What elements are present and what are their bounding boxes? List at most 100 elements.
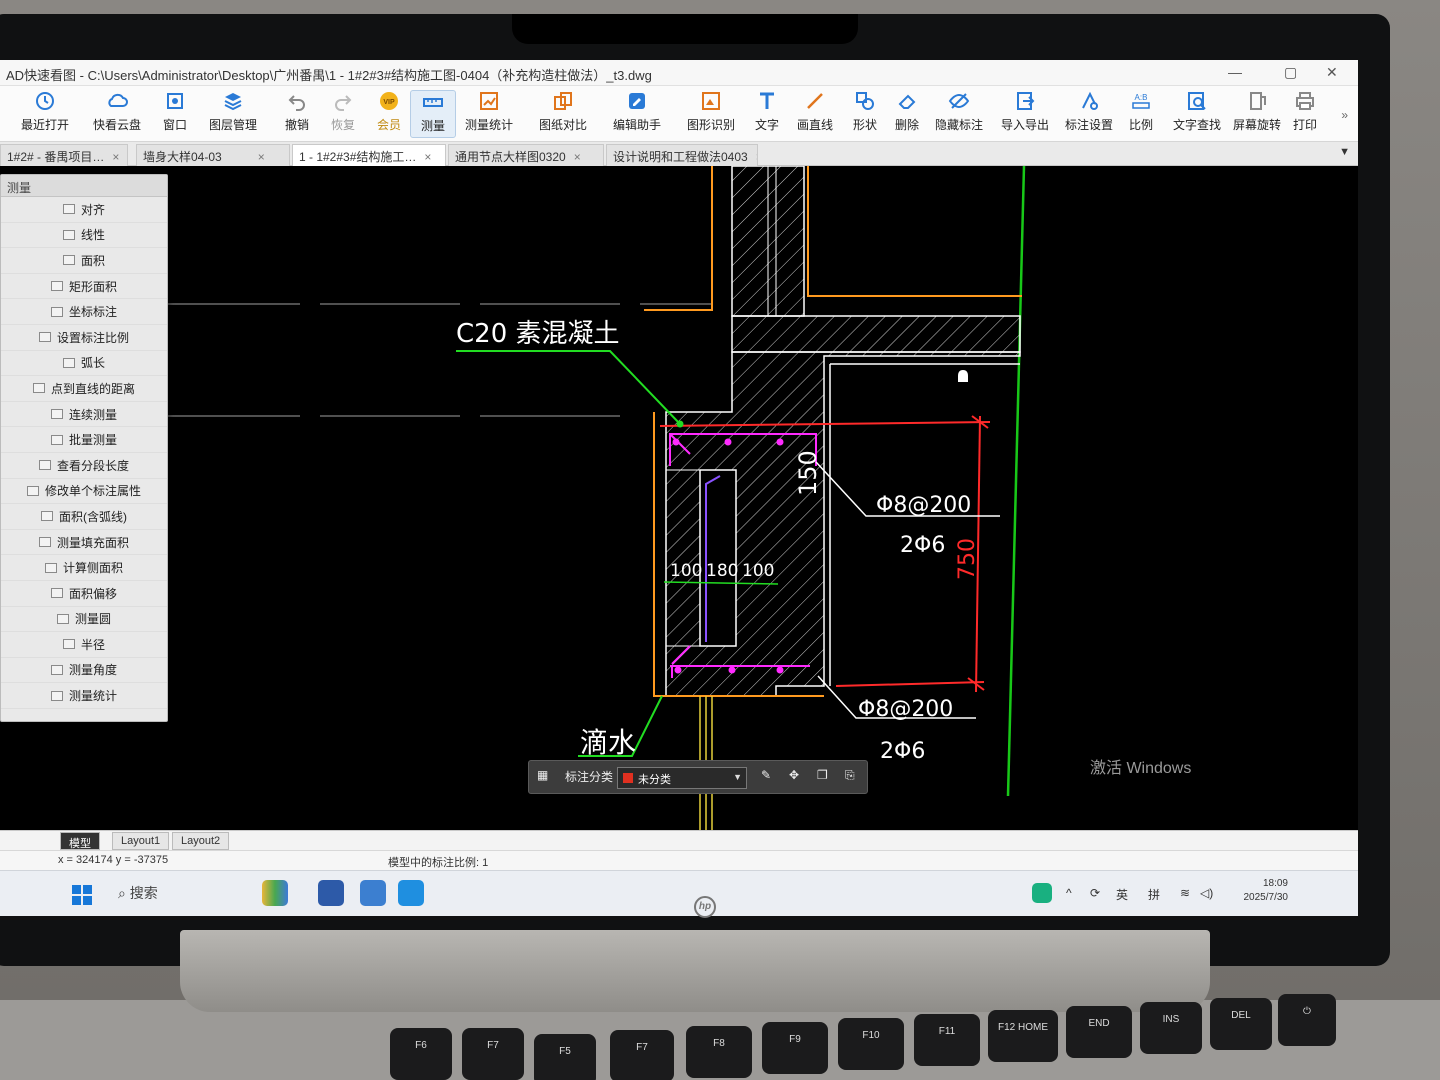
cad-viewer-taskbar-icon[interactable] — [360, 880, 386, 906]
hide-annotation-button[interactable]: 隐藏标注 — [932, 90, 986, 138]
toolbar-more-button[interactable]: » — [1341, 108, 1348, 122]
rect-area-icon — [50, 281, 63, 292]
copy-icon[interactable]: ❐ — [817, 768, 828, 782]
recent-open-button[interactable]: 最近打开 — [18, 90, 72, 138]
measure-item-linear[interactable]: 线性 — [1, 223, 167, 249]
quick-cloud-button[interactable]: 快看云盘 — [90, 90, 144, 138]
annotation-settings-button[interactable]: 标注设置 — [1062, 90, 1116, 138]
taskbar-clock[interactable]: 18:09 2025/7/30 — [1244, 877, 1289, 905]
cad-drawing: C20 素混凝土 Φ8@200 2Φ6 Φ8@200 2Φ6 滴水 150 75… — [0, 165, 1026, 836]
measure-item-point-line[interactable]: 点到直线的距离 — [1, 376, 167, 402]
measure-item-radius[interactable]: 半径 — [1, 632, 167, 658]
linear-icon — [62, 229, 75, 240]
measure-item-circle[interactable]: 测量圆 — [1, 607, 167, 633]
text-search-button[interactable]: 文字查找 — [1170, 90, 1224, 138]
draw-line-button[interactable]: 画直线 — [788, 90, 842, 138]
edit-icon[interactable]: ✎ — [761, 768, 771, 782]
tab-list-dropdown[interactable]: ▼ — [1339, 146, 1350, 158]
measure-button[interactable]: 测量 — [410, 90, 456, 138]
eraser-icon — [898, 94, 916, 109]
tab-fanyu-project[interactable]: 1#2# - 番禺项目… × — [0, 144, 128, 166]
sync-icon[interactable]: ⟳ — [1090, 886, 1100, 900]
wifi-icon[interactable]: ≋ — [1180, 886, 1190, 900]
measure-item-angle[interactable]: 测量角度 — [1, 658, 167, 684]
layers-icon — [224, 93, 242, 111]
measure-item-set-scale[interactable]: 设置标注比例 — [1, 325, 167, 351]
measure-item-coordinate[interactable]: 坐标标注 — [1, 299, 167, 325]
measure-item-batch[interactable]: 批量测量 — [1, 427, 167, 453]
volume-icon[interactable]: ◁) — [1200, 886, 1213, 900]
annotation-float-toolbar: ▦ 标注分类 未分类 ▼ ✎ ✥ ❐ ⎘ — [528, 760, 868, 794]
area-offset-icon — [50, 588, 63, 599]
area-arc-icon — [41, 511, 53, 522]
layer-manage-button[interactable]: 图层管理 — [206, 90, 260, 138]
drawing-canvas[interactable]: C20 素混凝土 Φ8@200 2Φ6 Φ8@200 2Φ6 滴水 150 75… — [0, 165, 1358, 836]
measure-item-edit-attr[interactable]: 修改单个标注属性 — [1, 479, 167, 505]
screen-rotate-button[interactable]: 屏幕旋转 — [1230, 90, 1284, 138]
close-button[interactable]: ✕ — [1326, 64, 1338, 81]
paste-icon[interactable]: ⎘ — [845, 768, 855, 783]
text-button[interactable]: 文字 — [740, 90, 794, 138]
import-export-button[interactable]: 导入导出 — [998, 90, 1052, 138]
measure-item-area-arc[interactable]: 面积(含弧线) — [1, 504, 167, 530]
measure-item-fill-area[interactable]: 测量填充面积 — [1, 530, 167, 556]
ime-indicator[interactable]: 拼 — [1148, 886, 1160, 903]
move-icon[interactable]: ✥ — [789, 768, 799, 782]
measure-item-align[interactable]: 对齐 — [1, 197, 167, 223]
measure-item-side-area[interactable]: 计算侧面积 — [1, 555, 167, 581]
tab-design-notes[interactable]: 设计说明和工程做法0403 × — [606, 144, 758, 166]
grid-icon[interactable]: ▦ — [537, 768, 548, 782]
arc-icon — [62, 357, 75, 368]
measure-item-label: 点到直线的距离 — [50, 381, 135, 396]
classify-select[interactable]: 未分类 ▼ — [617, 767, 747, 789]
language-indicator[interactable]: 英 — [1116, 886, 1128, 903]
shape-recognize-button[interactable]: 图形识别 — [684, 90, 738, 138]
search-icon: ⌕ — [118, 885, 130, 901]
scale-button[interactable]: A:B 比例 — [1114, 90, 1168, 138]
key-power: ⏻ — [1278, 994, 1336, 1046]
tray-chevron-icon[interactable]: ^ — [1066, 886, 1072, 900]
segment-icon — [38, 460, 51, 471]
widgets-icon[interactable] — [262, 880, 288, 906]
measure-item-continuous[interactable]: 连续测量 — [1, 402, 167, 428]
vip-icon: VIP — [380, 92, 398, 110]
tab-close-icon[interactable]: × — [574, 150, 581, 164]
print-button[interactable]: 打印 — [1282, 90, 1328, 138]
dimension-100-right-label: 100 — [742, 561, 774, 581]
tab-general-node[interactable]: 通用节点大样图0320 × — [448, 144, 604, 166]
compare-button[interactable]: 图纸对比 — [536, 90, 590, 138]
restore-button[interactable]: ▢ — [1284, 64, 1297, 81]
vip-button[interactable]: VIP 会员 — [362, 90, 416, 138]
measure-item-rect-area[interactable]: 矩形面积 — [1, 274, 167, 300]
file-explorer-icon[interactable] — [318, 880, 344, 906]
edit-assistant-label: 编辑助手 — [612, 118, 661, 132]
side-area-icon — [44, 562, 57, 573]
window-button[interactable]: 窗口 — [148, 90, 202, 138]
delete-button[interactable]: 删除 — [880, 90, 934, 138]
measure-item-label: 测量圆 — [74, 612, 111, 627]
measure-item-segment[interactable]: 查看分段长度 — [1, 453, 167, 479]
measure-item-stats[interactable]: 测量统计 — [1, 683, 167, 709]
tab-close-icon[interactable]: × — [258, 150, 265, 164]
tab-close-icon[interactable]: × — [424, 150, 431, 164]
tab-close-icon[interactable]: × — [112, 150, 119, 164]
windows-start-icon[interactable] — [72, 885, 92, 905]
browser-icon[interactable] — [398, 880, 424, 906]
tab-layout1[interactable]: Layout1 — [112, 832, 170, 850]
tab-model[interactable]: 模型 — [60, 832, 100, 850]
tab-layout2[interactable]: Layout2 — [172, 832, 230, 850]
measure-item-arc-length[interactable]: 弧长 — [1, 351, 167, 377]
tab-close-icon[interactable]: × — [756, 150, 757, 164]
measure-stats-button[interactable]: 测量统计 — [462, 90, 516, 138]
tab-wall-detail[interactable]: 墙身大样04-03 × — [136, 144, 290, 166]
cloud-icon — [108, 93, 128, 107]
taskbar-search[interactable]: ⌕ 搜索 — [118, 883, 158, 903]
minimize-button[interactable]: — — [1228, 64, 1242, 80]
kingsoft-tray-icon[interactable] — [1032, 883, 1052, 903]
laptop-hinge — [180, 930, 1210, 1012]
edit-assistant-button[interactable]: 编辑助手 — [610, 90, 664, 138]
measure-item-area[interactable]: 面积 — [1, 248, 167, 274]
clock-date: 2025/7/30 — [1243, 892, 1289, 903]
measure-item-area-offset[interactable]: 面积偏移 — [1, 581, 167, 607]
tab-structure-drawing[interactable]: 1 - 1#2#3#结构施工… × — [292, 144, 446, 166]
